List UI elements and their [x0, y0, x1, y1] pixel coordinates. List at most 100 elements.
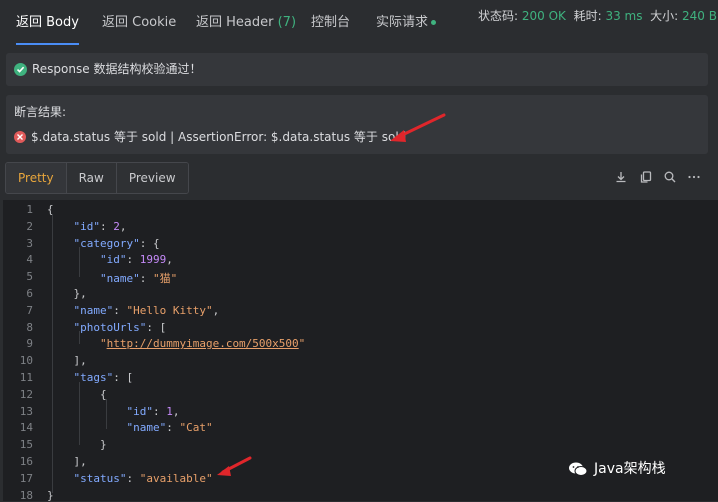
line-number: 14 — [19, 421, 33, 435]
code-line: "name": "Cat" — [47, 421, 213, 435]
header-count-badge: (7) — [277, 15, 297, 30]
tab-response-cookie[interactable]: 返回 Cookie — [102, 0, 176, 45]
code-token: "available" — [139, 471, 213, 485]
status-code-label: 状态码: — [478, 9, 519, 23]
code-line: "http://dummyimage.com/500x500" — [47, 337, 305, 350]
code-token: : — [126, 253, 140, 267]
code-token: { — [47, 387, 107, 401]
code-line: "category": { — [47, 237, 160, 250]
tab-label: 实际请求 — [376, 15, 429, 30]
code-token: : — [139, 272, 153, 286]
tab-label: 返回 Body — [16, 15, 79, 30]
code-token: : [ — [146, 320, 167, 334]
tab-actual-request[interactable]: 实际请求 — [376, 0, 437, 45]
tab-console[interactable]: 控制台 — [311, 0, 350, 45]
indent-guide — [52, 214, 53, 493]
code-line: "id": 1999, — [47, 253, 173, 266]
code-token: : — [152, 404, 167, 418]
code-token: : — [100, 219, 114, 233]
copy-icon[interactable] — [639, 170, 653, 184]
code-line: "photoUrls": [ — [47, 320, 167, 334]
view-mode-raw[interactable]: Raw — [66, 163, 117, 193]
code-token: : — [113, 303, 127, 317]
download-icon[interactable] — [614, 170, 628, 184]
code-token: : — [126, 471, 140, 485]
tab-label: 控制台 — [311, 15, 351, 30]
indent-guide — [79, 331, 80, 344]
url-link[interactable]: http://dummyimage.com/500x500 — [107, 337, 299, 350]
status-dot-icon — [431, 20, 437, 25]
search-icon[interactable] — [663, 170, 677, 184]
code-token: "status" — [73, 471, 127, 485]
view-mode-preview[interactable]: Preview — [116, 163, 188, 193]
validation-message: Response 数据结构校验通过！ — [32, 62, 202, 76]
line-number: 9 — [26, 337, 33, 351]
response-status-summary: 状态码: 200 OK 耗时: 33 ms 大小: 240 B — [478, 0, 717, 32]
code-token: " — [298, 337, 306, 351]
code-line: "status": "available" — [47, 472, 213, 485]
view-mode-pretty[interactable]: Pretty — [6, 163, 67, 193]
line-number: 16 — [19, 455, 33, 468]
active-tab-indicator — [16, 43, 79, 45]
code-line: "name": "猫" — [47, 270, 177, 286]
code-line: "tags": [ — [47, 371, 134, 384]
code-token: , — [172, 404, 180, 418]
tab-response-header[interactable]: 返回 Header (7) — [196, 0, 296, 45]
line-number: 12 — [19, 387, 33, 401]
indent-guide — [106, 399, 107, 429]
annotation-arrow-icon — [217, 456, 252, 476]
more-icon[interactable] — [687, 170, 701, 184]
time-label: 耗时: — [573, 9, 602, 23]
line-number: 5 — [26, 270, 33, 284]
code-token: "Cat" — [179, 421, 213, 435]
annotation-arrow-icon — [390, 113, 446, 142]
code-token: : [ — [113, 371, 134, 384]
code-token: } — [47, 438, 107, 452]
code-token: "category" — [73, 236, 140, 250]
line-number: 17 — [19, 471, 33, 485]
code-token: "name" — [126, 421, 167, 435]
assertion-title: 断言结果: — [14, 105, 67, 119]
code-token: : { — [139, 236, 160, 250]
code-token: , — [166, 253, 173, 267]
line-number: 4 — [26, 253, 33, 267]
view-mode-switch: Pretty Raw Preview — [5, 162, 189, 194]
response-tab-bar: 返回 Body 返回 Cookie 返回 Header (7) 控制台 实际请求… — [0, 0, 718, 45]
code-token: " — [99, 337, 107, 351]
code-token: : — [166, 421, 180, 435]
code-token: "id" — [99, 253, 127, 267]
indent-guide — [79, 247, 80, 277]
line-number: 11 — [19, 371, 33, 384]
size-value: 240 B — [681, 9, 717, 23]
code-token: "name" — [73, 303, 114, 317]
code-token: 1 — [166, 404, 173, 418]
tab-label: 返回 Cookie — [102, 15, 177, 30]
error-circle-icon — [14, 131, 26, 143]
line-number: 1 — [26, 203, 33, 216]
code-line: "id": 1, — [47, 405, 179, 418]
tab-response-body[interactable]: 返回 Body — [16, 0, 79, 45]
line-number: 10 — [19, 354, 33, 368]
watermark-text: Java架构栈 — [594, 461, 666, 477]
code-token: , — [119, 219, 127, 233]
size-label: 大小: — [650, 9, 679, 23]
code-line: { — [47, 388, 107, 401]
line-number: 7 — [26, 303, 33, 317]
line-number: 2 — [26, 219, 33, 233]
code-line: "name": "Hello Kitty", — [47, 303, 220, 317]
line-number: 3 — [26, 236, 33, 250]
line-number: 6 — [26, 287, 33, 300]
status-code-value: 200 OK — [521, 9, 566, 23]
code-token: "Hello Kitty" — [126, 303, 213, 317]
indent-guide — [79, 382, 80, 445]
line-number: 18 — [19, 488, 33, 502]
check-circle-icon — [14, 63, 27, 76]
code-line: } — [47, 438, 107, 451]
